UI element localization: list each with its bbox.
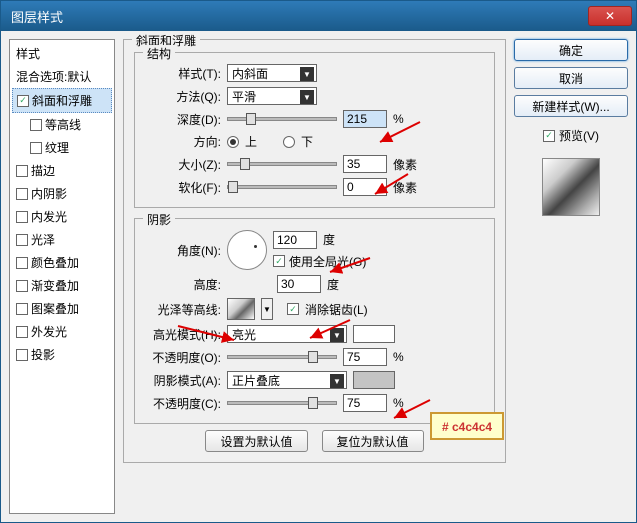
checkbox-icon[interactable] (16, 257, 28, 269)
highlight-opacity-slider[interactable] (227, 355, 337, 359)
soften-label: 软化(F): (143, 179, 221, 196)
shading-group: 阴影 角度(N): 120 度 ✓ 使用 (134, 218, 495, 424)
chevron-down-icon: ▼ (330, 374, 344, 388)
sidebar-item-inner-glow[interactable]: 内发光 (12, 205, 112, 228)
reset-default-button[interactable]: 复位为默认值 (322, 430, 424, 452)
chevron-down-icon: ▼ (330, 328, 344, 342)
antialias-label: 消除锯齿(L) (305, 301, 368, 318)
sidebar-item-blending[interactable]: 混合选项:默认 (12, 65, 112, 88)
chevron-down-icon: ▼ (300, 90, 314, 104)
preview-checkbox[interactable]: ✓ (543, 130, 555, 142)
checkbox-icon[interactable] (16, 234, 28, 246)
structure-title: 结构 (143, 45, 175, 62)
preview-thumbnail (542, 158, 600, 216)
size-label: 大小(Z): (143, 156, 221, 173)
soften-field[interactable]: 0 (343, 178, 387, 196)
checkbox-icon[interactable] (16, 303, 28, 315)
style-dropdown[interactable]: 内斜面▼ (227, 64, 317, 82)
altitude-field[interactable]: 30 (277, 275, 321, 293)
soften-slider[interactable] (227, 185, 337, 189)
sidebar-item-stroke[interactable]: 描边 (12, 159, 112, 182)
shadow-opacity-field[interactable]: 75 (343, 394, 387, 412)
shading-title: 阴影 (143, 211, 175, 228)
shadow-opacity-label: 不透明度(C): (143, 395, 221, 412)
annotation-color-note: # c4c4c4 (430, 412, 504, 440)
structure-group: 结构 样式(T): 内斜面▼ 方法(Q): 平滑▼ 深度(D): 215 (134, 52, 495, 208)
soften-unit: 像素 (393, 179, 417, 196)
style-label: 样式(T): (143, 65, 221, 82)
sidebar-item-styles[interactable]: 样式 (12, 42, 112, 65)
cancel-button[interactable]: 取消 (514, 67, 628, 89)
shadow-opacity-unit: % (393, 396, 404, 410)
depth-unit: % (393, 112, 404, 126)
depth-slider[interactable] (227, 117, 337, 121)
sidebar-item-color-overlay[interactable]: 颜色叠加 (12, 251, 112, 274)
checkbox-icon[interactable] (16, 165, 28, 177)
chevron-down-icon[interactable]: ▼ (261, 298, 273, 320)
checkbox-icon[interactable] (30, 142, 42, 154)
close-icon: ✕ (605, 9, 615, 23)
sidebar-item-pattern-overlay[interactable]: 图案叠加 (12, 297, 112, 320)
size-slider[interactable] (227, 162, 337, 166)
angle-label: 角度(N): (143, 242, 221, 259)
direction-down-radio[interactable] (283, 136, 295, 148)
antialias-checkbox[interactable]: ✓ (287, 303, 299, 315)
preview-label: 预览(V) (559, 127, 599, 144)
direction-label: 方向: (143, 133, 221, 150)
angle-control[interactable] (227, 230, 267, 270)
checkbox-icon[interactable] (16, 188, 28, 200)
sidebar-item-drop-shadow[interactable]: 投影 (12, 343, 112, 366)
gloss-label: 光泽等高线: (143, 301, 221, 318)
global-light-checkbox[interactable]: ✓ (273, 255, 285, 267)
highlight-mode-label: 高光模式(H): (143, 326, 221, 343)
size-unit: 像素 (393, 156, 417, 173)
ok-button[interactable]: 确定 (514, 39, 628, 61)
size-field[interactable]: 35 (343, 155, 387, 173)
gloss-contour-picker[interactable] (227, 298, 255, 320)
highlight-color-swatch[interactable] (353, 325, 395, 343)
highlight-mode-dropdown[interactable]: 亮光▼ (227, 325, 347, 343)
window-title: 图层样式 (5, 7, 588, 26)
sidebar-item-contour[interactable]: 等高线 (12, 113, 112, 136)
highlight-opacity-field[interactable]: 75 (343, 348, 387, 366)
close-button[interactable]: ✕ (588, 6, 632, 26)
direction-up-radio[interactable] (227, 136, 239, 148)
altitude-unit: 度 (327, 276, 339, 293)
shadow-mode-label: 阴影模式(A): (143, 372, 221, 389)
technique-dropdown[interactable]: 平滑▼ (227, 87, 317, 105)
sidebar-item-satin[interactable]: 光泽 (12, 228, 112, 251)
checkbox-icon[interactable] (16, 326, 28, 338)
shadow-mode-dropdown[interactable]: 正片叠底▼ (227, 371, 347, 389)
angle-field[interactable]: 120 (273, 231, 317, 249)
checkbox-icon[interactable] (16, 349, 28, 361)
make-default-button[interactable]: 设置为默认值 (205, 430, 307, 452)
angle-unit: 度 (323, 231, 335, 248)
highlight-opacity-label: 不透明度(O): (143, 349, 221, 366)
sidebar-item-gradient-overlay[interactable]: 渐变叠加 (12, 274, 112, 297)
sidebar-item-texture[interactable]: 纹理 (12, 136, 112, 159)
new-style-button[interactable]: 新建样式(W)... (514, 95, 628, 117)
shadow-color-swatch[interactable] (353, 371, 395, 389)
technique-label: 方法(Q): (143, 88, 221, 105)
shadow-opacity-slider[interactable] (227, 401, 337, 405)
titlebar: 图层样式 ✕ (1, 1, 636, 31)
checkbox-icon[interactable] (16, 211, 28, 223)
sidebar-item-bevel[interactable]: ✓斜面和浮雕 (12, 88, 112, 113)
style-sidebar: 样式 混合选项:默认 ✓斜面和浮雕 等高线 纹理 描边 内阴影 内发光 光泽 颜… (9, 39, 115, 514)
sidebar-item-inner-shadow[interactable]: 内阴影 (12, 182, 112, 205)
checkbox-icon[interactable] (30, 119, 42, 131)
highlight-opacity-unit: % (393, 350, 404, 364)
altitude-label: 高度: (143, 276, 221, 293)
checkbox-icon[interactable]: ✓ (17, 95, 29, 107)
checkbox-icon[interactable] (16, 280, 28, 292)
depth-label: 深度(D): (143, 111, 221, 128)
bevel-panel: 斜面和浮雕 结构 样式(T): 内斜面▼ 方法(Q): 平滑▼ 深度(D): (123, 39, 506, 463)
sidebar-item-outer-glow[interactable]: 外发光 (12, 320, 112, 343)
chevron-down-icon: ▼ (300, 67, 314, 81)
global-light-label: 使用全局光(G) (289, 253, 366, 270)
depth-field[interactable]: 215 (343, 110, 387, 128)
